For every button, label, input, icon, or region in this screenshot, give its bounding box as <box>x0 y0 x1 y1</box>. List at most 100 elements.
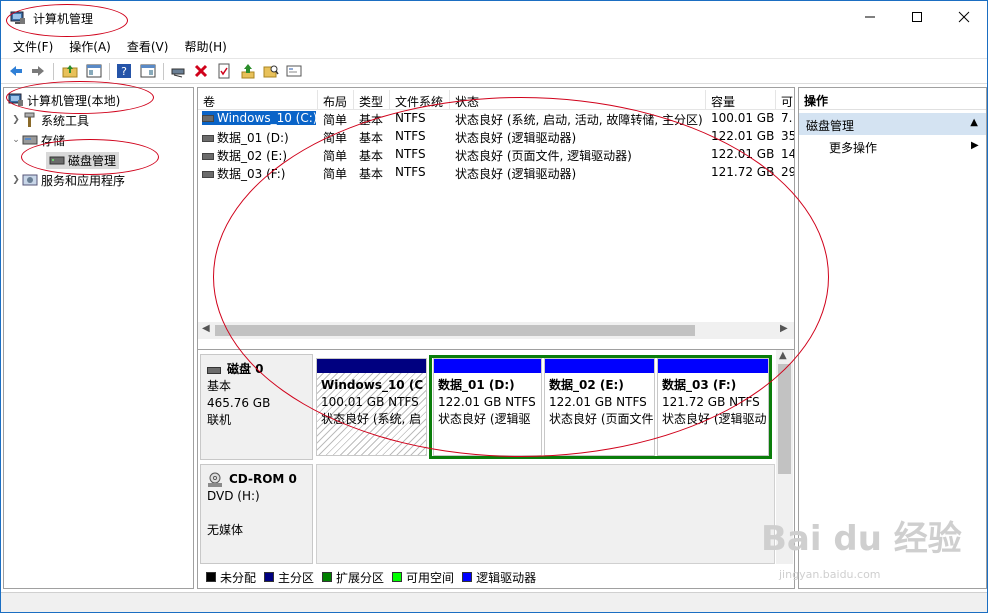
properties-button[interactable] <box>215 62 233 80</box>
computer-management-window: 计算机管理 文件(F) 操作(A) 查看(V) 帮助(H) ? 计算机管理(本地… <box>0 0 988 613</box>
volume-name: Windows_10 (C:) <box>217 111 316 125</box>
close-button[interactable] <box>941 1 987 33</box>
tree-item-label: 系统工具 <box>41 113 90 128</box>
connect-icon <box>171 68 185 78</box>
console-button[interactable] <box>285 62 303 80</box>
cd-drive-icon <box>208 472 222 487</box>
status-bar <box>1 592 987 612</box>
maximize-icon <box>912 12 922 22</box>
search-button[interactable] <box>262 62 280 80</box>
column-header-layout[interactable]: 布局 <box>318 90 354 110</box>
connect-button[interactable] <box>169 62 187 80</box>
volume-icon <box>202 171 214 178</box>
minimize-button[interactable] <box>847 1 893 33</box>
scroll-left-icon[interactable]: ◀ <box>202 323 210 334</box>
cell-free: 14 <box>781 147 795 161</box>
title-bar[interactable]: 计算机管理 <box>1 1 987 35</box>
watermark-logo: Bai du 经验 <box>761 511 962 560</box>
column-header-type[interactable]: 类型 <box>354 90 390 110</box>
legend-swatch-primary <box>264 572 275 582</box>
show-hide-action-pane-button[interactable] <box>139 62 157 80</box>
menu-view[interactable]: 查看(V) <box>119 35 177 57</box>
forward-button[interactable] <box>29 62 47 80</box>
column-header-capacity[interactable]: 容量 <box>706 90 776 110</box>
cell-free: 7. <box>781 111 793 125</box>
minimize-icon <box>865 16 875 18</box>
delete-button[interactable] <box>192 62 210 80</box>
cdrom-0-label[interactable]: CD-ROM 0 DVD (H:) 无媒体 <box>200 464 313 564</box>
volume-icon <box>202 115 214 122</box>
help-icon: ? <box>117 64 131 78</box>
up-one-level-button[interactable] <box>61 62 79 80</box>
cdrom-empty-area <box>316 464 775 564</box>
actions-section-disk-management[interactable]: 磁盘管理 ▲ <box>799 113 986 135</box>
legend: 未分配 主分区 扩展分区 可用空间 逻辑驱动器 <box>202 569 536 585</box>
watermark-brand: Bai du 经验 <box>761 519 962 559</box>
disk-type: DVD (H:) <box>207 489 260 503</box>
volume-icon <box>202 135 214 142</box>
legend-swatch-unallocated <box>206 572 216 582</box>
column-header-volume[interactable]: 卷 <box>198 90 318 110</box>
show-hide-tree-icon <box>86 64 102 78</box>
cell-capacity: 100.01 GB <box>711 111 775 125</box>
cell-layout: 简单 <box>323 113 348 127</box>
check-icon <box>218 63 230 79</box>
disk-size: 465.76 GB <box>207 396 271 410</box>
export-button[interactable] <box>239 62 257 80</box>
watermark-url: jingyan.baidu.com <box>779 568 881 581</box>
volume-name: 数据_02 (E:) <box>217 149 288 163</box>
annotation-ellipse-disk-management <box>21 139 159 175</box>
legend-swatch-extended <box>322 572 333 582</box>
services-icon <box>22 174 38 186</box>
menu-bar: 文件(F) 操作(A) 查看(V) 帮助(H) <box>1 35 987 57</box>
more-actions-label: 更多操作 <box>829 141 878 155</box>
chevron-right-icon[interactable]: ❯ <box>10 115 22 125</box>
legend-swatch-logical <box>462 572 473 582</box>
disk-name: CD-ROM 0 <box>229 472 297 486</box>
chevron-right-icon[interactable]: ❯ <box>10 175 22 185</box>
submenu-arrow-icon[interactable]: ▶ <box>971 140 979 151</box>
legend-label: 逻辑驱动器 <box>476 570 537 585</box>
disk-icon <box>207 366 221 374</box>
back-arrow-icon <box>10 66 22 76</box>
actions-section-label: 磁盘管理 <box>806 119 855 133</box>
collapse-up-icon[interactable]: ▲ <box>970 117 978 128</box>
menu-action[interactable]: 操作(A) <box>61 35 119 57</box>
scroll-thumb[interactable] <box>778 364 791 474</box>
cell-free: 29 <box>781 165 795 179</box>
annotation-ellipse-volumes <box>213 97 829 457</box>
maximize-button[interactable] <box>894 1 940 33</box>
show-hide-action-pane-icon <box>140 64 156 78</box>
svg-text:?: ? <box>121 65 127 78</box>
legend-label: 主分区 <box>278 570 315 585</box>
forward-arrow-icon <box>32 66 44 76</box>
chevron-down-icon[interactable]: ⌄ <box>10 135 22 145</box>
tools-icon <box>24 112 35 127</box>
menu-help[interactable]: 帮助(H) <box>176 35 234 57</box>
console-icon <box>286 65 302 77</box>
search-folder-icon <box>263 65 279 78</box>
up-folder-icon <box>62 65 78 78</box>
disk-state: 联机 <box>207 413 232 427</box>
toolbar: ? <box>1 58 987 84</box>
more-actions-item[interactable]: 更多操作 <box>829 139 877 156</box>
show-hide-tree-button[interactable] <box>85 62 103 80</box>
annotation-ellipse-title <box>6 4 128 37</box>
delete-icon <box>194 64 208 78</box>
legend-label: 扩展分区 <box>336 570 385 585</box>
volume-name: 数据_01 (D:) <box>217 131 289 145</box>
actions-header: 操作 <box>799 88 986 110</box>
help-button[interactable]: ? <box>115 62 133 80</box>
disk-state: 无媒体 <box>207 523 244 537</box>
volume-icon <box>202 153 214 160</box>
cell-free: 35 <box>781 129 795 143</box>
upload-icon <box>241 64 255 79</box>
legend-swatch-free <box>392 572 403 582</box>
back-button[interactable] <box>7 62 25 80</box>
legend-label: 未分配 <box>220 570 257 585</box>
annotation-ellipse-tree-root <box>6 81 154 114</box>
close-icon <box>958 11 970 23</box>
column-header-free[interactable]: 可 <box>776 90 794 110</box>
legend-label: 可用空间 <box>406 570 455 585</box>
menu-file[interactable]: 文件(F) <box>5 35 61 57</box>
